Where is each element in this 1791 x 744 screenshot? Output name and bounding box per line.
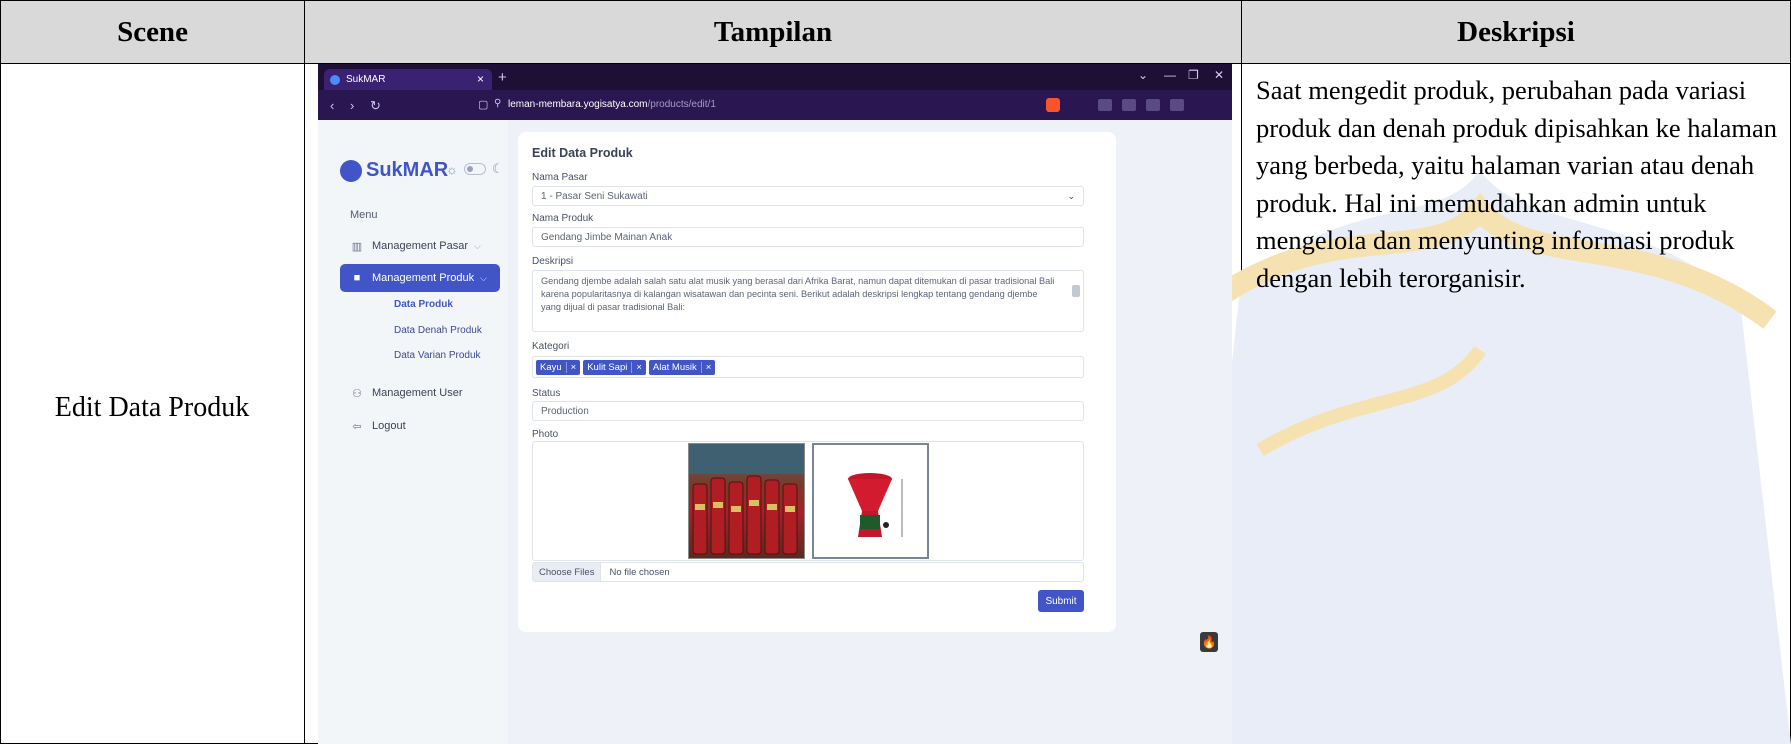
tag-remove-icon[interactable]: × xyxy=(565,361,581,373)
menu-label: Menu xyxy=(350,209,378,221)
produk-value: Gendang Jimbe Mainan Anak xyxy=(541,231,673,243)
pasar-value: 1 - Pasar Seni Sukawati xyxy=(541,190,648,202)
tag-kulit-sapi: Kulit Sapi × xyxy=(583,359,646,375)
sidebar-item-label: Management Pasar xyxy=(372,240,468,252)
bag-icon: ■ xyxy=(353,272,361,284)
file-status: No file chosen xyxy=(609,566,670,578)
sidebar-item-management-user[interactable]: ⚇ Management User xyxy=(340,379,500,407)
status-value: Production xyxy=(541,405,589,417)
status-label: Status xyxy=(532,388,561,399)
sidebar-item-label: Management User xyxy=(372,387,463,399)
fire-icon[interactable]: 🔥 xyxy=(1200,632,1218,652)
photo-file-input[interactable]: Choose Files No file chosen xyxy=(532,562,1084,582)
theme-switch: ☼ ☾ xyxy=(446,161,504,177)
sun-icon: ☼ xyxy=(446,161,458,177)
sidebar-item-label: Logout xyxy=(372,420,406,432)
tag-kayu: Kayu × xyxy=(536,359,581,375)
kategori-label: Kategori xyxy=(532,341,570,352)
building-icon: ▥ xyxy=(351,240,363,253)
kategori-tags-input[interactable]: Kayu × Kulit Sapi × Alat Musik × xyxy=(532,356,1084,378)
logo-icon xyxy=(340,159,362,182)
drums-image xyxy=(689,444,804,555)
moon-icon: ☾ xyxy=(491,161,504,176)
tag-remove-icon[interactable]: × xyxy=(700,361,716,373)
chevron-down-icon: ⌄ xyxy=(1067,191,1075,201)
pasar-label: Nama Pasar xyxy=(532,172,588,183)
logout-icon: ⇦ xyxy=(352,420,362,433)
sidebar-subitem-data-denah-produk[interactable]: Data Denah Produk xyxy=(394,325,482,336)
tag-remove-icon[interactable]: × xyxy=(631,361,646,373)
photo-label: Photo xyxy=(532,429,559,440)
photo-preview-box xyxy=(532,441,1084,561)
textarea-scrollbar[interactable] xyxy=(1072,277,1080,327)
scene-name: Edit Data Produk xyxy=(54,392,250,423)
sidebar-item-logout[interactable]: ⇦ Logout xyxy=(340,412,500,440)
submit-button[interactable]: Submit xyxy=(1038,590,1084,612)
deskripsi-value: Gendang djembe adalah salah satu alat mu… xyxy=(541,276,1055,312)
pasar-select[interactable]: 1 - Pasar Seni Sukawati ⌄ xyxy=(532,186,1084,206)
header-description: Deskripsi xyxy=(1241,0,1791,64)
sidebar-subitem-data-varian-produk[interactable]: Data Varian Produk xyxy=(394,350,481,361)
app-content: SukMAR ☼ ☾ Menu ▥ Management Pasar ⌵ ■ M… xyxy=(318,64,1232,744)
sidebar-subitem-data-produk[interactable]: Data Produk xyxy=(394,299,453,310)
chevron-down-icon: ⌵ xyxy=(480,272,487,283)
header-view: Tampilan xyxy=(304,0,1242,64)
sidebar-item-management-pasar[interactable]: ▥ Management Pasar ⌵ xyxy=(340,232,500,260)
product-photo-drums[interactable] xyxy=(688,443,805,559)
logo-text: SukMAR xyxy=(366,159,449,181)
header-scene: Scene xyxy=(0,0,305,64)
product-photo-djembe[interactable] xyxy=(812,443,929,559)
tag-alat-musik: Alat Musik × xyxy=(648,359,716,375)
page-title: Edit Data Produk xyxy=(532,146,633,160)
sidebar-item-management-produk[interactable]: ■ Management Produk ⌵ xyxy=(340,264,500,292)
status-input[interactable]: Production xyxy=(532,401,1084,421)
deskripsi-textarea[interactable]: Gendang djembe adalah salah satu alat mu… xyxy=(532,270,1084,332)
chevron-down-icon: ⌵ xyxy=(474,240,481,251)
app-logo[interactable]: SukMAR xyxy=(340,159,448,182)
deskripsi-label: Deskripsi xyxy=(532,256,574,267)
produk-input[interactable]: Gendang Jimbe Mainan Anak xyxy=(532,227,1084,247)
users-icon: ⚇ xyxy=(352,387,362,400)
theme-toggle[interactable] xyxy=(463,163,486,175)
choose-files-button[interactable]: Choose Files xyxy=(533,563,602,581)
djembe-image xyxy=(848,473,903,537)
scene-description: Saat mengedit produk, perubahan pada var… xyxy=(1256,75,1778,293)
produk-label: Nama Produk xyxy=(532,213,594,224)
sidebar-item-label: Management Produk xyxy=(372,272,475,284)
